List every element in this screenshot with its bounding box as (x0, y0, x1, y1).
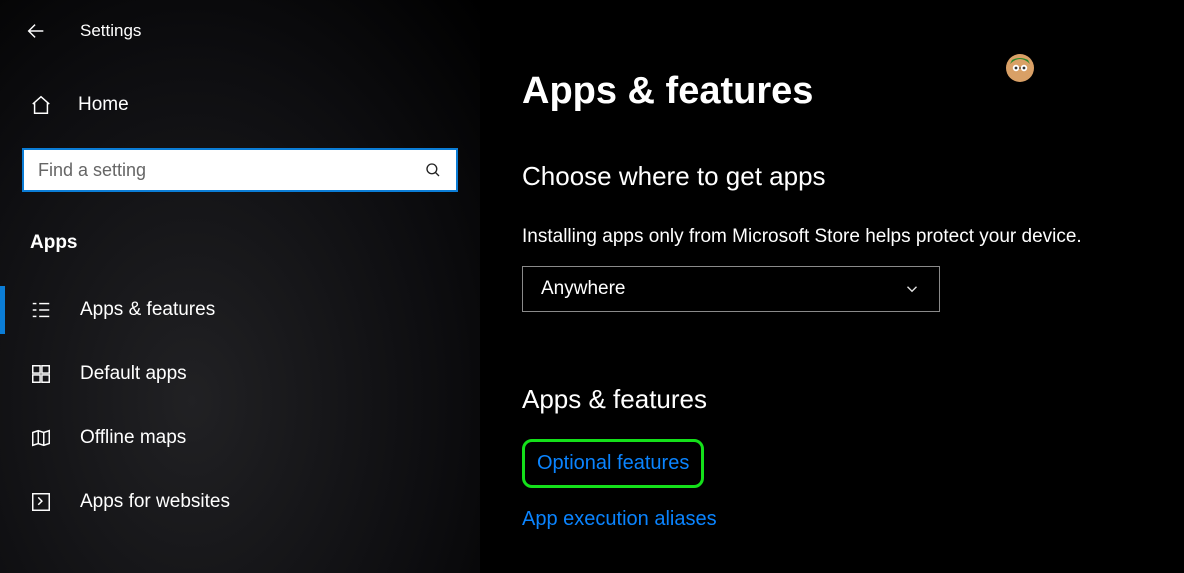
sidebar-item-label: Offline maps (80, 427, 480, 449)
link-app-execution-aliases[interactable]: App execution aliases (522, 508, 717, 531)
optional-features-highlight: Optional features (522, 439, 704, 488)
search-wrap (22, 148, 458, 192)
offline-maps-icon (30, 427, 54, 449)
sidebar-item-offline-maps[interactable]: Offline maps (0, 406, 480, 470)
dropdown-value: Anywhere (541, 278, 626, 300)
link-optional-features[interactable]: Optional features (537, 452, 689, 475)
topbar: Settings (0, 10, 480, 52)
back-arrow-icon[interactable] (24, 19, 48, 43)
sidebar-item-default-apps[interactable]: Default apps (0, 342, 480, 406)
sidebar-group-header: Apps (0, 214, 480, 272)
sidebar-nav-list: Apps & features Default apps (0, 278, 480, 534)
app-source-dropdown[interactable]: Anywhere (522, 266, 940, 312)
settings-sidebar: Settings Home Apps (0, 0, 480, 573)
avatar (1004, 52, 1036, 84)
apps-features-icon (30, 299, 54, 321)
section-apps-features-title: Apps & features (522, 384, 1184, 415)
helper-text: Installing apps only from Microsoft Stor… (522, 226, 1184, 248)
sidebar-item-apps-features[interactable]: Apps & features (0, 278, 480, 342)
sidebar-item-label: Default apps (80, 363, 480, 385)
section-choose-apps-title: Choose where to get apps (522, 161, 1184, 192)
sidebar-home[interactable]: Home (0, 80, 480, 130)
search-icon (424, 161, 442, 179)
sidebar-item-label: Apps & features (80, 299, 480, 321)
chevron-down-icon (903, 280, 921, 298)
page-title: Apps & features (522, 70, 1184, 113)
search-input[interactable] (38, 160, 424, 181)
search-box[interactable] (22, 148, 458, 192)
home-icon (30, 94, 52, 116)
home-label: Home (78, 94, 129, 116)
app-title: Settings (80, 21, 141, 41)
main-content: Apps & features Choose where to get apps… (480, 0, 1184, 573)
default-apps-icon (30, 363, 54, 385)
sidebar-item-apps-websites[interactable]: Apps for websites (0, 470, 480, 534)
sidebar-item-label: Apps for websites (80, 491, 480, 513)
apps-websites-icon (30, 491, 54, 513)
